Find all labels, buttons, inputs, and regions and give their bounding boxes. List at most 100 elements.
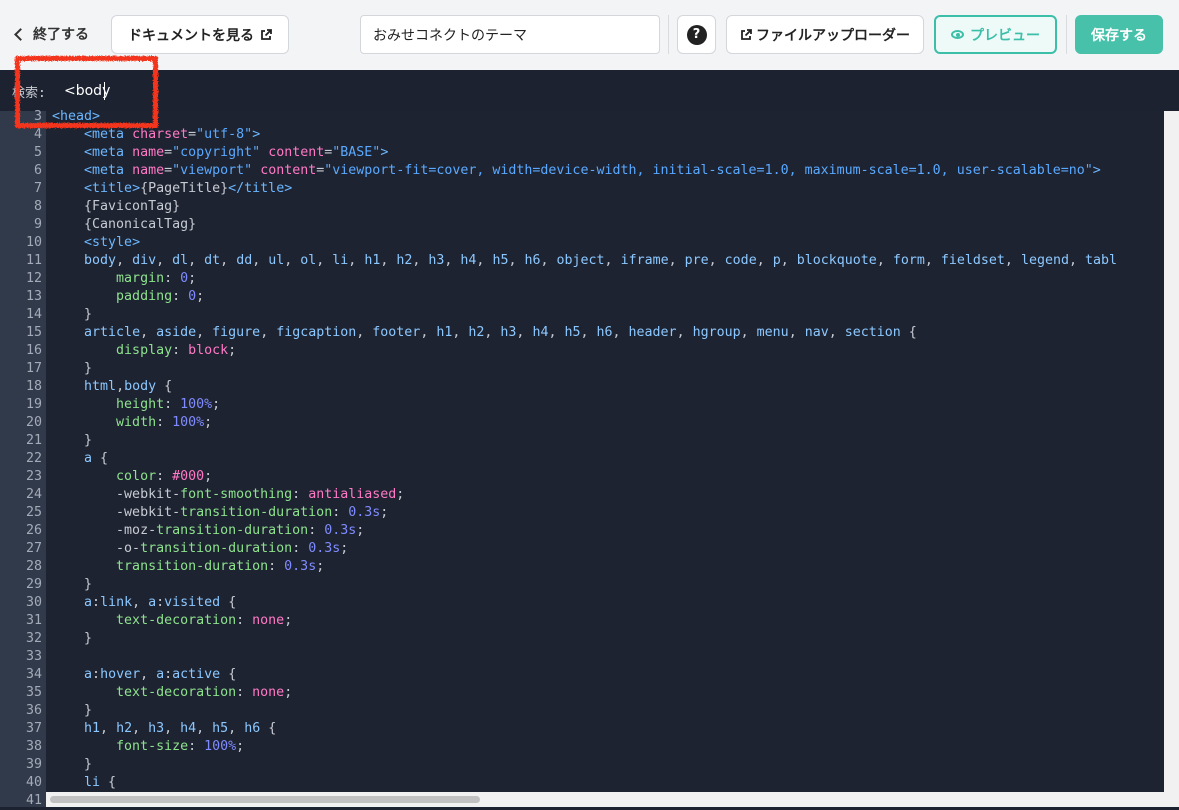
code-line: 36 } [0,702,1164,720]
horizontal-scrollbar-thumb[interactable] [50,796,480,803]
line-number: 22 [25,451,42,466]
code-line: 5 <meta name="copyright" content="BASE"> [0,144,1164,162]
line-code: color: #000; [116,469,213,484]
line-number: 33 [25,649,42,664]
code-line: 32 } [0,630,1164,648]
code-line: 37 h1, h2, h3, h4, h5, h6 { [0,720,1164,738]
code-line: 13 padding: 0; [0,288,1164,306]
code-editor[interactable]: 3 <head> 4 <meta charset="utf-8"> 5 <meta n… [0,109,1179,808]
line-code: -webkit-font-smoothing: antialiased; [116,487,405,502]
line-number: 28 [25,559,42,574]
code-line: 24 -webkit-font-smoothing: antialiased; [0,486,1164,504]
horizontal-scrollbar[interactable] [46,792,1164,807]
line-code: margin: 0; [116,271,197,286]
preview-button[interactable]: プレビュー [934,15,1057,54]
line-code: height: 100%; [116,397,221,412]
line-code: {FaviconTag} [52,199,181,214]
line-code: } [52,307,93,322]
code-line: 6 <meta name="viewport" content="viewpor… [0,162,1164,180]
search-label: 検索: [12,86,46,101]
line-code: h1, h2, h3, h4, h5, h6 { [84,721,277,736]
line-code: {CanonicalTag} [52,217,197,232]
line-number: 25 [25,505,42,520]
line-number: 17 [25,361,42,376]
code-line: 21 } [0,432,1164,450]
code-line: 17 } [0,360,1164,378]
eye-icon [951,30,964,39]
line-code: text-decoration: none; [116,685,293,700]
uploader-label: ファイルアップローダー [756,27,910,44]
code-line: 16 display: block; [0,342,1164,360]
code-line: 38 font-size: 100%; [0,738,1164,756]
save-button[interactable]: 保存する [1075,15,1163,54]
line-number: 31 [25,613,42,628]
line-number: 34 [25,667,42,682]
line-number: 3 [33,109,42,124]
line-number: 11 [25,253,42,268]
line-code: <style> [84,235,141,250]
line-number: 35 [25,685,42,700]
docs-label: ドキュメントを見る [128,27,254,44]
line-code: font-size: 100%; [116,739,245,754]
toolbar-divider [668,15,669,54]
line-number: 12 [25,271,42,286]
line-code: <meta name="viewport" content="viewport-… [84,163,1101,178]
line-code: -webkit-transition-duration: 0.3s; [116,505,389,520]
line-code: <meta name="copyright" content="BASE"> [84,145,389,160]
external-link-icon [740,28,752,41]
line-number: 32 [25,631,42,646]
line-number: 9 [33,217,42,232]
line-code: -moz-transition-duration: 0.3s; [116,523,365,538]
line-code: } [52,361,93,376]
code-line: 35 text-decoration: none; [0,684,1164,702]
code-line: 26 -moz-transition-duration: 0.3s; [0,522,1164,540]
code-line: 20 width: 100%; [0,414,1164,432]
code-line: 22 a { [0,450,1164,468]
view-docs-button[interactable]: ドキュメントを見る [111,15,289,54]
line-code: -o-transition-duration: 0.3s; [116,541,349,556]
line-code: a:hover, a:active { [84,667,237,682]
save-label: 保存する [1091,27,1147,44]
line-number: 4 [33,127,42,142]
theme-name-input[interactable] [360,15,660,54]
line-code: body, div, dl, dt, dd, ul, ol, li, h1, h… [84,253,1118,268]
line-number: 7 [33,181,42,196]
line-code: <head> [52,109,101,124]
line-code: transition-duration: 0.3s; [116,559,325,574]
code-line: 10 <style> [0,234,1164,252]
line-number: 24 [25,487,42,502]
line-number: 27 [25,541,42,556]
line-number: 39 [25,757,42,772]
code-line: 40 li { [0,774,1164,792]
line-code: } [52,433,93,448]
line-number: 21 [25,433,42,448]
code-line: 34 a:hover, a:active { [0,666,1164,684]
line-number: 14 [25,307,42,322]
back-button[interactable]: 終了する [14,24,89,44]
line-number: 10 [25,235,42,250]
file-uploader-button[interactable]: ファイルアップローダー [726,15,924,54]
line-code: a { [84,451,109,466]
vertical-scrollbar[interactable] [1164,111,1179,807]
line-number: 15 [25,325,42,340]
back-label: 終了する [33,27,89,43]
line-number: 23 [25,469,42,484]
toolbar-divider [1066,15,1067,54]
line-number: 40 [25,775,42,790]
line-number: 18 [25,379,42,394]
line-number: 41 [25,793,42,808]
preview-label: プレビュー [970,27,1040,44]
search-bar: 検索: [0,70,1179,111]
code-line: 19 height: 100%; [0,396,1164,414]
code-line: 31 text-decoration: none; [0,612,1164,630]
line-code: } [52,577,93,592]
line-number: 26 [25,523,42,538]
line-code: article, aside, figure, figcaption, foot… [84,325,917,340]
line-code: html,body { [84,379,173,394]
help-button[interactable]: ? [677,15,716,54]
line-code: <meta charset="utf-8"> [84,127,261,142]
line-number: 36 [25,703,42,718]
code-line: 4 <meta charset="utf-8"> [0,126,1164,144]
line-code: a:link, a:visited { [84,595,237,610]
line-code: padding: 0; [116,289,205,304]
